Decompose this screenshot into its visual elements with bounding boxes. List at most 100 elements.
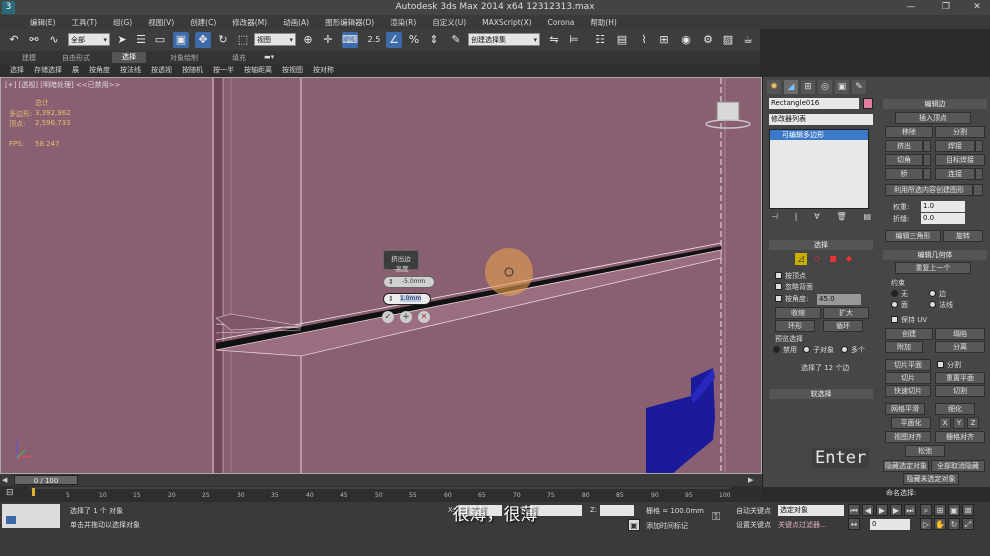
scale-icon[interactable]: ⬚ <box>235 32 251 48</box>
menu-corona[interactable]: Corona <box>548 18 575 27</box>
menu-animation[interactable]: 动画(A) <box>283 17 309 28</box>
sub-by-view[interactable]: 按视图 <box>282 65 303 75</box>
hide-unselected-button[interactable]: 隐藏未选定对象 <box>903 473 959 485</box>
angle-snap-icon[interactable]: ∠ <box>386 32 402 48</box>
weld-button[interactable]: 焊接 <box>935 140 975 152</box>
tessellate-button[interactable]: 细化 <box>935 403 975 415</box>
target-weld-button[interactable]: 目标焊接 <box>935 154 985 166</box>
preview-multi-radio[interactable] <box>841 346 848 353</box>
grid-align-button[interactable]: 栅格对齐 <box>935 431 985 443</box>
keyboard-shortcut-icon[interactable]: ⌨ <box>342 32 358 48</box>
constraint-normal-radio[interactable] <box>929 301 936 308</box>
remove-modifier-icon[interactable]: 🗑 <box>837 212 847 224</box>
attach-button[interactable]: 附加 <box>885 341 923 353</box>
preserve-uvs-checkbox[interactable] <box>891 316 898 323</box>
bridge-button[interactable]: 桥 <box>885 168 923 180</box>
shrink-button[interactable]: 收缩 <box>775 307 821 319</box>
selection-rollout-header[interactable]: 选择 <box>769 240 873 250</box>
selected-object-select[interactable]: 选定对象 <box>778 505 844 516</box>
make-unique-icon[interactable]: ∀ <box>814 212 819 224</box>
key-filters-button[interactable]: 关键点过滤器... <box>778 520 827 530</box>
spinner-icon[interactable]: ⇕ <box>388 295 394 303</box>
create-tab-icon[interactable]: ✹ <box>767 80 781 94</box>
goto-start-icon[interactable]: ⏮ <box>848 504 860 516</box>
split-checkbox[interactable] <box>937 361 944 368</box>
menu-maxscript[interactable]: MAXScript(X) <box>482 18 531 27</box>
edit-triangulation-button[interactable]: 编辑三角形 <box>885 230 941 242</box>
weight-field[interactable]: 1.0 <box>921 201 965 212</box>
tab-modeling[interactable]: 建模 <box>22 53 36 63</box>
object-name-field[interactable]: Rectangle016 <box>769 98 859 109</box>
sub-select[interactable]: 选择 <box>10 65 24 75</box>
curve-editor-icon[interactable]: ⌇ <box>636 32 652 48</box>
menu-group[interactable]: 组(G) <box>113 17 132 28</box>
viewport-label[interactable]: [+] [透视] [明暗处理] <<已禁用>> <box>5 80 120 90</box>
preview-subobj-radio[interactable] <box>803 346 810 353</box>
cut-button[interactable]: 切割 <box>935 385 985 397</box>
show-end-result-icon[interactable]: | <box>795 212 798 224</box>
zoom-extents-all-icon[interactable]: ⊠ <box>962 504 974 516</box>
goto-end-icon[interactable]: ⏭ <box>904 504 916 516</box>
orbit-icon[interactable]: ↻ <box>948 518 960 530</box>
play-icon[interactable]: ▶ <box>876 504 888 516</box>
pan-icon[interactable]: ✋ <box>934 518 946 530</box>
viewcube-icon[interactable] <box>716 101 740 121</box>
extrude-button[interactable]: 挤出 <box>885 140 923 152</box>
caddy-width-field[interactable]: ⇕ 1.0mm <box>383 293 431 305</box>
edit-edges-rollout-header[interactable]: 编辑边 <box>883 99 987 109</box>
create-button[interactable]: 创建 <box>885 328 933 340</box>
border-mode-icon[interactable]: ◇ <box>811 253 823 265</box>
unhide-all-button[interactable]: 全部取消隐藏 <box>931 460 985 472</box>
reference-coordinate-select[interactable]: 视图 <box>254 33 296 47</box>
bridge-settings-button[interactable] <box>923 168 931 180</box>
planar-x-button[interactable]: X <box>939 417 951 429</box>
caddy-apply-icon[interactable]: + <box>400 311 412 323</box>
menu-views[interactable]: 视图(V) <box>148 17 174 28</box>
bind-icon[interactable]: ∿ <box>46 32 62 48</box>
menu-edit[interactable]: 编辑(E) <box>30 17 56 28</box>
quickslice-button[interactable]: 快速切片 <box>885 385 931 397</box>
key-mode-icon[interactable]: ↔ <box>848 518 860 530</box>
slice-plane-button[interactable]: 切片平面 <box>885 359 931 371</box>
prev-frame-icon[interactable]: ◀ <box>862 504 874 516</box>
ring-button[interactable]: 环形 <box>775 320 815 332</box>
preview-off-radio[interactable] <box>773 346 780 353</box>
sub-by-pivot-distance[interactable]: 按轴距离 <box>244 65 272 75</box>
turn-button[interactable]: 旋转 <box>943 230 983 242</box>
spinner-snap-icon[interactable]: ⇕ <box>426 32 442 48</box>
connect-button[interactable]: 连接 <box>935 168 975 180</box>
ribbon-options-icon[interactable]: ▬▾ <box>264 53 274 61</box>
render-setup-icon[interactable]: ⚙ <box>700 32 716 48</box>
current-frame-field[interactable]: 0 <box>870 519 910 530</box>
hide-selected-button[interactable]: 隐藏选定对象 <box>883 460 929 472</box>
snap-toggle-icon[interactable]: 2.5 <box>366 32 382 48</box>
make-planar-button[interactable]: 平面化 <box>891 417 931 429</box>
menu-customize[interactable]: 自定义(U) <box>432 17 466 28</box>
element-mode-icon[interactable]: ◆ <box>843 253 855 265</box>
caddy-height-field[interactable]: ⇕ -5.0mm <box>383 276 435 288</box>
window-crossing-icon[interactable]: ▣ <box>173 32 189 48</box>
slider-right-icon[interactable]: ▶ <box>748 476 760 484</box>
next-frame-icon[interactable]: ▶ <box>890 504 902 516</box>
hierarchy-tab-icon[interactable]: ⊞ <box>801 80 815 94</box>
rotate-icon[interactable]: ↻ <box>215 32 231 48</box>
zoom-all-icon[interactable]: ⊞ <box>934 504 946 516</box>
collapse-button[interactable]: 塌陷 <box>935 328 985 340</box>
meshsmooth-button[interactable]: 网格平滑 <box>885 403 925 415</box>
sub-by-random[interactable]: 按随机 <box>182 65 203 75</box>
minimize-button[interactable]: — <box>900 0 922 15</box>
planar-z-button[interactable]: Z <box>967 417 979 429</box>
constraint-edge-radio[interactable] <box>929 290 936 297</box>
chamfer-button[interactable]: 切角 <box>885 154 923 166</box>
align-icon[interactable]: ⊨ <box>566 32 582 48</box>
select-manipulate-icon[interactable]: ✛ <box>320 32 336 48</box>
stack-item-editable-poly[interactable]: 可编辑多边形 <box>770 130 868 140</box>
material-editor-icon[interactable]: ◉ <box>678 32 694 48</box>
relax-button[interactable]: 松弛 <box>905 445 945 457</box>
link-icon[interactable]: ⚯ <box>26 32 42 48</box>
configure-sets-icon[interactable]: ▤ <box>863 212 871 224</box>
edge-mode-icon[interactable]: ◿ <box>795 253 807 265</box>
time-slider[interactable]: ◀ 0 / 100 ▶ <box>0 474 762 486</box>
slice-button[interactable]: 切片 <box>885 372 931 384</box>
layer-manager-icon[interactable]: ☷ <box>592 32 608 48</box>
